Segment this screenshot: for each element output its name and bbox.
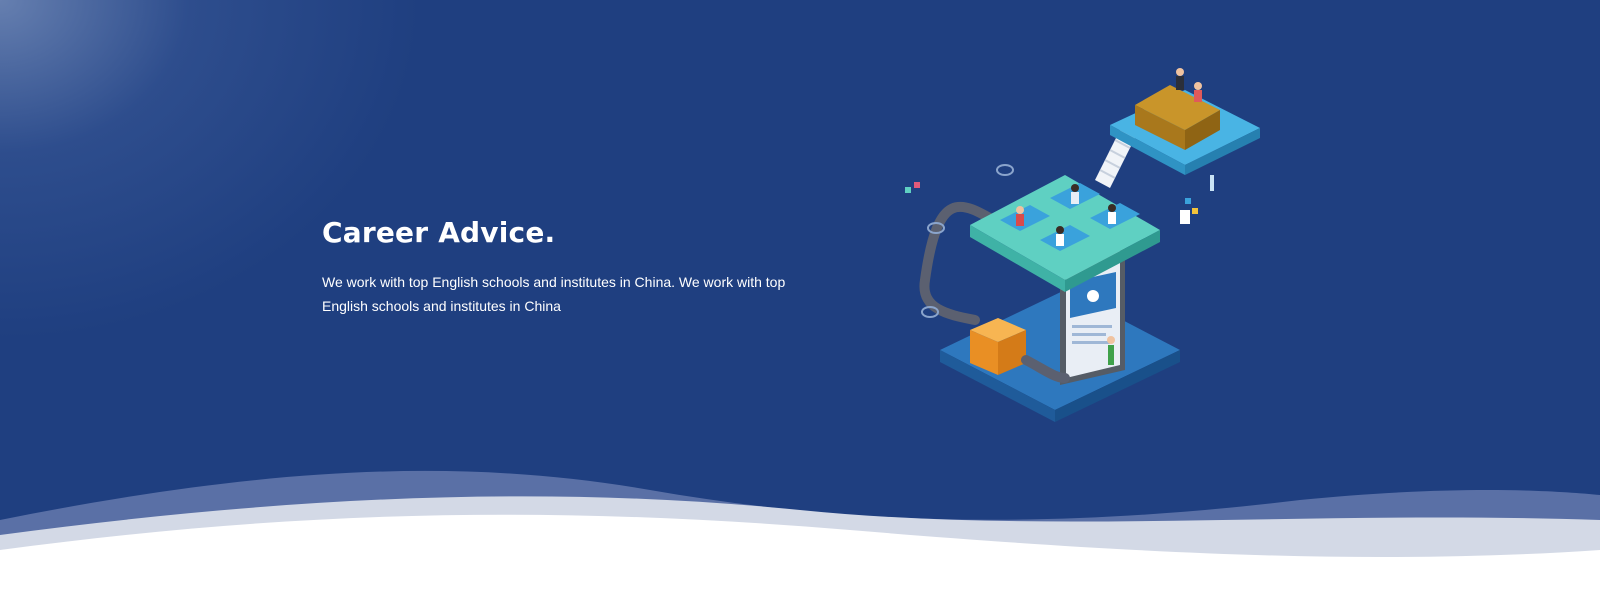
hero-description: We work with top English schools and ins…: [322, 274, 786, 314]
hero-title: Career Advice.: [322, 216, 556, 249]
hero-text-block: Career Advice. We work with top English …: [322, 214, 802, 318]
hero-banner: Career Advice. We work with top English …: [0, 0, 1600, 592]
isometric-education-network-icon: [905, 68, 1260, 422]
decorative-waves: [0, 470, 1600, 592]
